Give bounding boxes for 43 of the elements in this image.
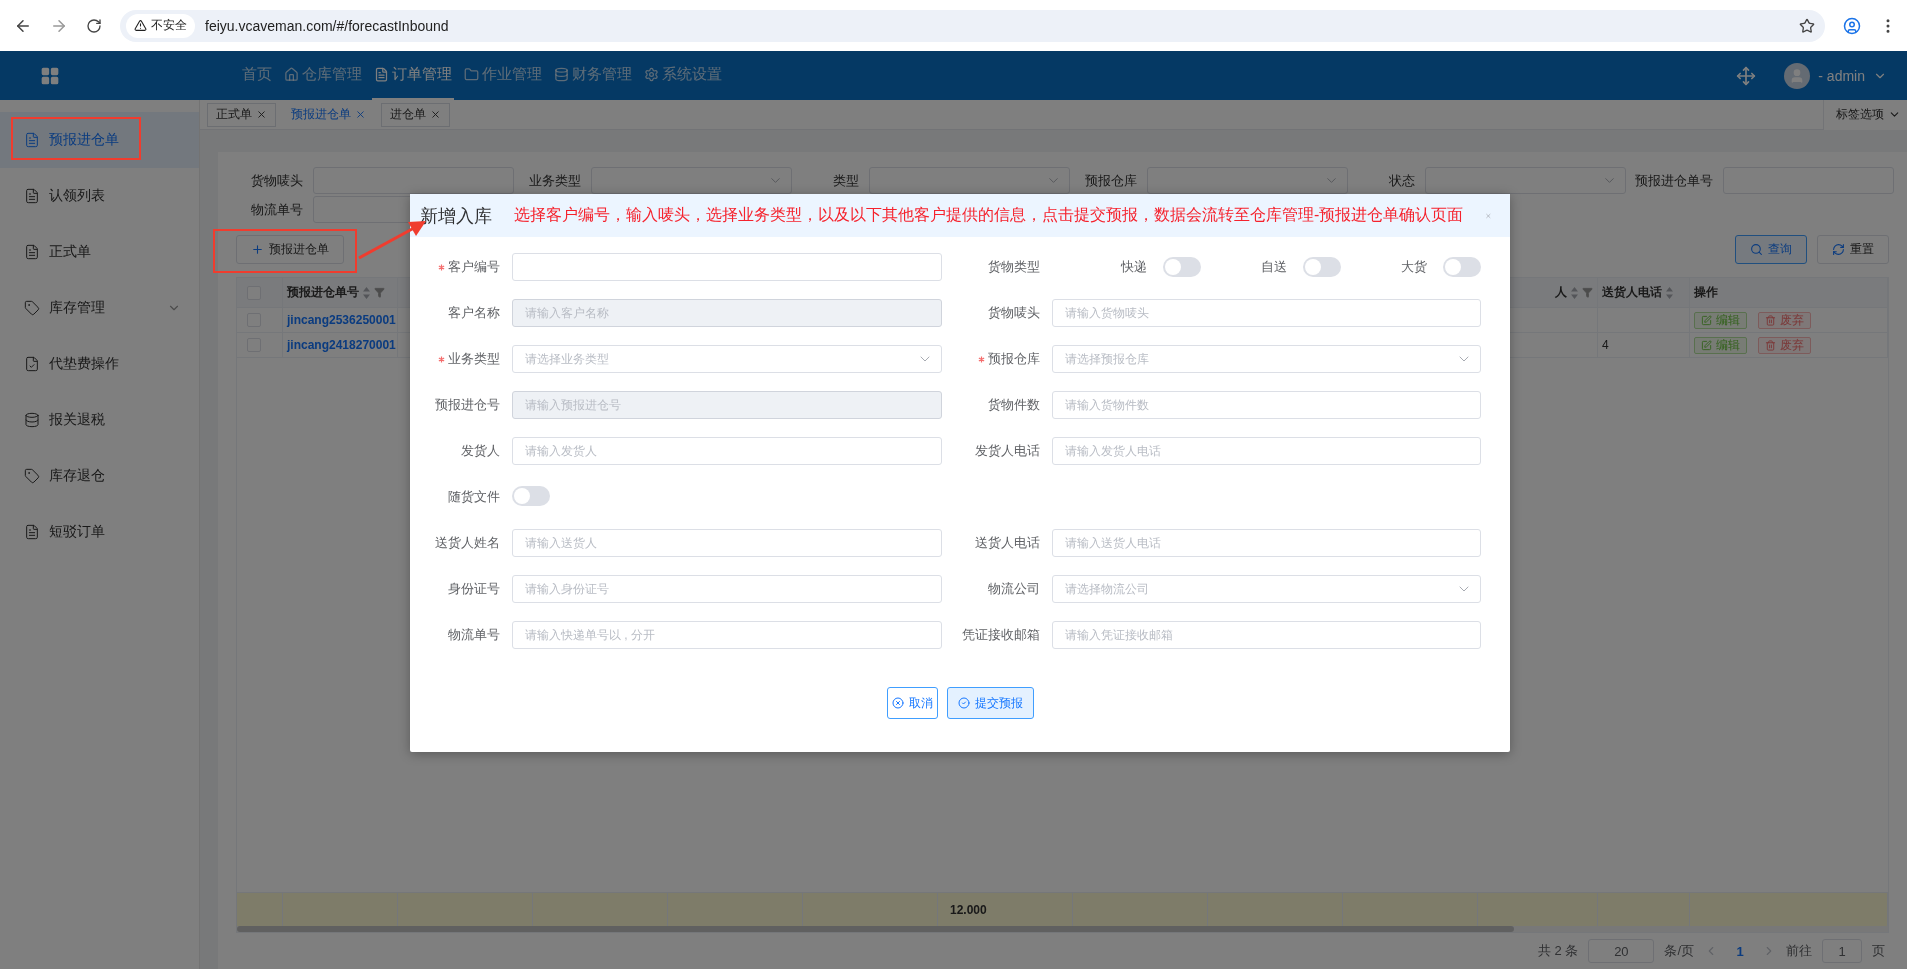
total-count: 共 2 条 bbox=[1537, 942, 1579, 960]
url-text: feiyu.vcaveman.com/#/forecastInbound bbox=[205, 17, 450, 34]
field-label: 发货人 bbox=[461, 442, 500, 460]
field-label: 随货文件 bbox=[448, 488, 500, 506]
field-label: 预报仓库 bbox=[988, 350, 1040, 368]
field-label: 凭证接收邮箱 bbox=[962, 626, 1040, 644]
field-label: 货物唛头 bbox=[988, 304, 1040, 322]
filter-label: 预报仓库 bbox=[1084, 171, 1138, 190]
field-label: 送货人姓名 bbox=[435, 534, 500, 552]
field-label: 身份证号 bbox=[448, 580, 500, 598]
field-label: 客户名称 bbox=[448, 304, 500, 322]
placeholder-text: 请选择物流公司 bbox=[1065, 580, 1150, 598]
annotation-text: 选择客户编号，输入唛头，选择业务类型，以及以下其他客户提供的信息，点击提交预报，数据会流转至仓库管理-预报进仓单确认页面 bbox=[514, 205, 1464, 225]
filter-label: 状态 bbox=[1388, 171, 1416, 190]
switch-label: 快递 bbox=[1121, 258, 1147, 276]
field-label: 预报进仓号 bbox=[435, 396, 500, 414]
field-label: 发货人电话 bbox=[975, 442, 1040, 460]
column-label: 操作 bbox=[1694, 284, 1718, 301]
field-label: 货物类型 bbox=[988, 258, 1040, 276]
column-label: 预报进仓单号 bbox=[287, 284, 359, 301]
column-label: 送货人电话 bbox=[1602, 284, 1662, 301]
field-label: 业务类型 bbox=[448, 350, 500, 368]
table-cell: 4 bbox=[1602, 338, 1609, 352]
goto-label: 前往 bbox=[1786, 942, 1812, 960]
filter-label: 类型 bbox=[832, 171, 860, 190]
page-unit-label: 页 bbox=[1872, 942, 1885, 960]
placeholder-text: 请选择预报仓库 bbox=[1065, 350, 1150, 368]
column-label: 人 bbox=[1555, 284, 1567, 301]
filter-label: 预报进仓单号 bbox=[1634, 171, 1714, 190]
filter-label: 业务类型 bbox=[528, 171, 582, 190]
field-label: 物流单号 bbox=[448, 626, 500, 644]
field-label: 送货人电话 bbox=[975, 534, 1040, 552]
dialog-title: 新增入库 bbox=[420, 204, 492, 228]
filter-label: 货物唛头 bbox=[250, 171, 304, 190]
field-label: 物流公司 bbox=[988, 580, 1040, 598]
placeholder-text: 请选择业务类型 bbox=[525, 350, 610, 368]
filter-label: 物流单号 bbox=[250, 200, 304, 219]
field-label: 客户编号 bbox=[448, 258, 500, 276]
switch-label: 自送 bbox=[1261, 258, 1287, 276]
switch-label: 大货 bbox=[1401, 258, 1427, 276]
field-label: 货物件数 bbox=[988, 396, 1040, 414]
summary-value: 12.000 bbox=[949, 902, 987, 917]
page-size-label: 条/页 bbox=[1664, 942, 1694, 960]
